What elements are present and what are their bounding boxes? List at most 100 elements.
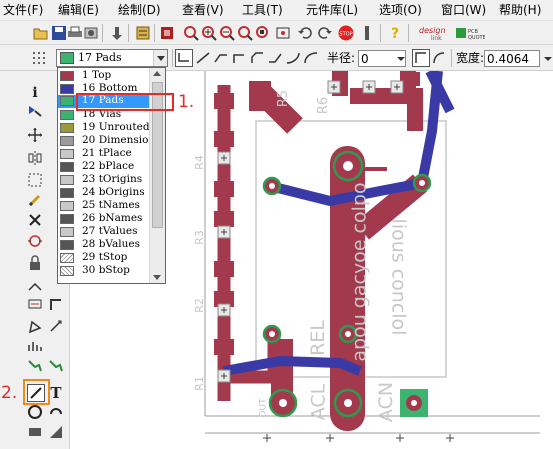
list-item[interactable]: 23 tOrigins — [58, 173, 150, 186]
arc-tool-icon[interactable] — [48, 404, 64, 420]
delete-icon[interactable] — [27, 212, 43, 228]
optimize-icon[interactable] — [48, 296, 64, 312]
list-item[interactable]: 26 bNames — [58, 212, 150, 225]
open-icon[interactable] — [32, 24, 50, 42]
autorouter-icon[interactable] — [27, 358, 43, 374]
layer-swatch — [60, 123, 74, 133]
label-acl: ACL — [307, 383, 330, 421]
list-item[interactable]: 22 bPlace — [58, 160, 150, 173]
follow-me-icon[interactable] — [48, 358, 64, 374]
go-icon[interactable] — [358, 24, 376, 42]
zoom-previous-icon[interactable] — [274, 24, 292, 42]
list-item[interactable]: 25 tNames — [58, 199, 150, 212]
svg-text:design: design — [419, 26, 446, 35]
label-acn: ACN — [375, 381, 398, 423]
list-item[interactable]: 29 tStop — [58, 251, 150, 264]
list-item[interactable]: 28 bValues — [58, 238, 150, 251]
callout-box-layer — [76, 93, 174, 111]
bend-style-7-icon[interactable] — [302, 49, 320, 67]
miter-round-icon[interactable] — [430, 49, 448, 67]
stop-icon[interactable]: STOP — [337, 24, 355, 42]
layer-swatch — [60, 240, 74, 250]
polygon-tool-icon[interactable] — [48, 424, 64, 440]
zoom-fit-icon[interactable] — [182, 24, 200, 42]
radius-dropdown-icon[interactable] — [396, 51, 406, 66]
layer-select[interactable]: 17 Pads — [56, 49, 168, 67]
redo-icon[interactable] — [316, 24, 334, 42]
design-link-icon[interactable]: design link — [416, 24, 452, 42]
layer-swatch — [60, 136, 74, 146]
move-icon[interactable] — [27, 127, 43, 143]
circle-tool-icon[interactable] — [27, 404, 43, 420]
label-out: OUT — [258, 398, 269, 418]
script-icon[interactable] — [108, 24, 126, 42]
change-icon[interactable] — [27, 192, 43, 208]
bend-style-2-icon[interactable] — [212, 49, 230, 67]
signal-icon[interactable] — [27, 339, 43, 355]
lock-icon[interactable] — [27, 255, 43, 271]
label-r4: R4 — [192, 155, 206, 170]
svg-text:QUOTE: QUOTE — [468, 35, 485, 41]
layer-swatch — [60, 175, 74, 185]
scroll-down-icon[interactable] — [150, 271, 165, 283]
label-module-b: lious conclol — [387, 218, 410, 336]
width-dropdown-icon[interactable] — [543, 51, 553, 66]
rect-tool-icon[interactable] — [27, 424, 43, 440]
scroll-up-icon[interactable] — [150, 68, 165, 80]
chevron-down-icon[interactable] — [153, 50, 167, 66]
layer-select-value: 17 Pads — [78, 51, 122, 64]
menu-library[interactable]: 元件库(L) — [305, 2, 359, 18]
label-module-a: apou gacyoe colpo — [348, 182, 371, 362]
undo-icon[interactable] — [296, 24, 314, 42]
ripup-icon[interactable] — [27, 318, 43, 334]
show-icon[interactable] — [27, 103, 43, 119]
zoom-out-icon[interactable] — [218, 24, 236, 42]
list-item[interactable]: 1 Top — [58, 69, 150, 82]
redraw-icon[interactable] — [236, 24, 254, 42]
text-tool-icon[interactable]: T — [48, 384, 64, 402]
group-icon[interactable] — [27, 172, 43, 188]
menu-file[interactable]: 文件(F) — [2, 2, 44, 18]
menu-help[interactable]: 帮助(H) — [498, 2, 542, 18]
mirror-icon[interactable] — [27, 150, 43, 166]
layer-swatch — [60, 253, 74, 263]
bend-style-4-icon[interactable] — [248, 49, 266, 67]
width-input[interactable]: 0.4064 — [484, 50, 540, 67]
menu-window[interactable]: 窗口(W) — [440, 2, 487, 18]
menu-view[interactable]: 查看(V) — [181, 2, 225, 18]
list-item[interactable]: 20 Dimension — [58, 134, 155, 147]
list-item[interactable]: 19 Unrouted — [58, 121, 150, 134]
list-item[interactable]: 21 tPlace — [58, 147, 150, 160]
bend-style-5-icon[interactable] — [266, 49, 284, 67]
add-icon[interactable] — [27, 233, 43, 249]
bend-style-1-icon[interactable] — [194, 49, 212, 67]
grid-dots-icon[interactable] — [30, 49, 48, 67]
list-item[interactable]: 24 bOrigins — [58, 186, 150, 199]
wire-split-icon[interactable] — [48, 318, 64, 334]
main-toolbar: STOP ? design link PCB QUOTE — [0, 21, 553, 45]
route-icon[interactable] — [27, 296, 43, 312]
schematic-icon[interactable] — [134, 24, 152, 42]
layer-settings-icon[interactable] — [158, 24, 176, 42]
info-icon[interactable]: i — [27, 83, 43, 101]
bend-style-6-icon[interactable] — [284, 49, 302, 67]
menu-options[interactable]: 选项(O) — [378, 2, 423, 18]
layer-swatch — [60, 71, 74, 81]
width-label: 宽度: — [456, 51, 485, 65]
menu-edit[interactable]: 编辑(E) — [57, 2, 100, 18]
bend-style-3-icon[interactable] — [230, 49, 248, 67]
menu-tools[interactable]: 工具(T) — [241, 2, 284, 18]
zoom-in-icon[interactable] — [200, 24, 218, 42]
pcb-quote-icon[interactable]: PCB QUOTE — [454, 24, 485, 42]
cam-icon[interactable] — [82, 24, 100, 42]
zoom-select-icon[interactable] — [254, 24, 272, 42]
menu-draw[interactable]: 绘制(D) — [117, 2, 162, 18]
split-icon[interactable] — [27, 276, 43, 292]
bend-style-0-icon[interactable] — [175, 49, 193, 67]
pcb-canvas[interactable]: R4 R3 R2 R1 R5 R6 OUT ACL REL ACN apou g… — [193, 68, 540, 449]
miter-straight-icon[interactable] — [412, 49, 430, 67]
list-item[interactable]: 27 tValues — [58, 225, 150, 238]
callout-number-1: 1. — [178, 92, 195, 112]
help-icon[interactable]: ? — [386, 24, 404, 42]
list-item[interactable]: 30 bStop — [58, 264, 150, 277]
